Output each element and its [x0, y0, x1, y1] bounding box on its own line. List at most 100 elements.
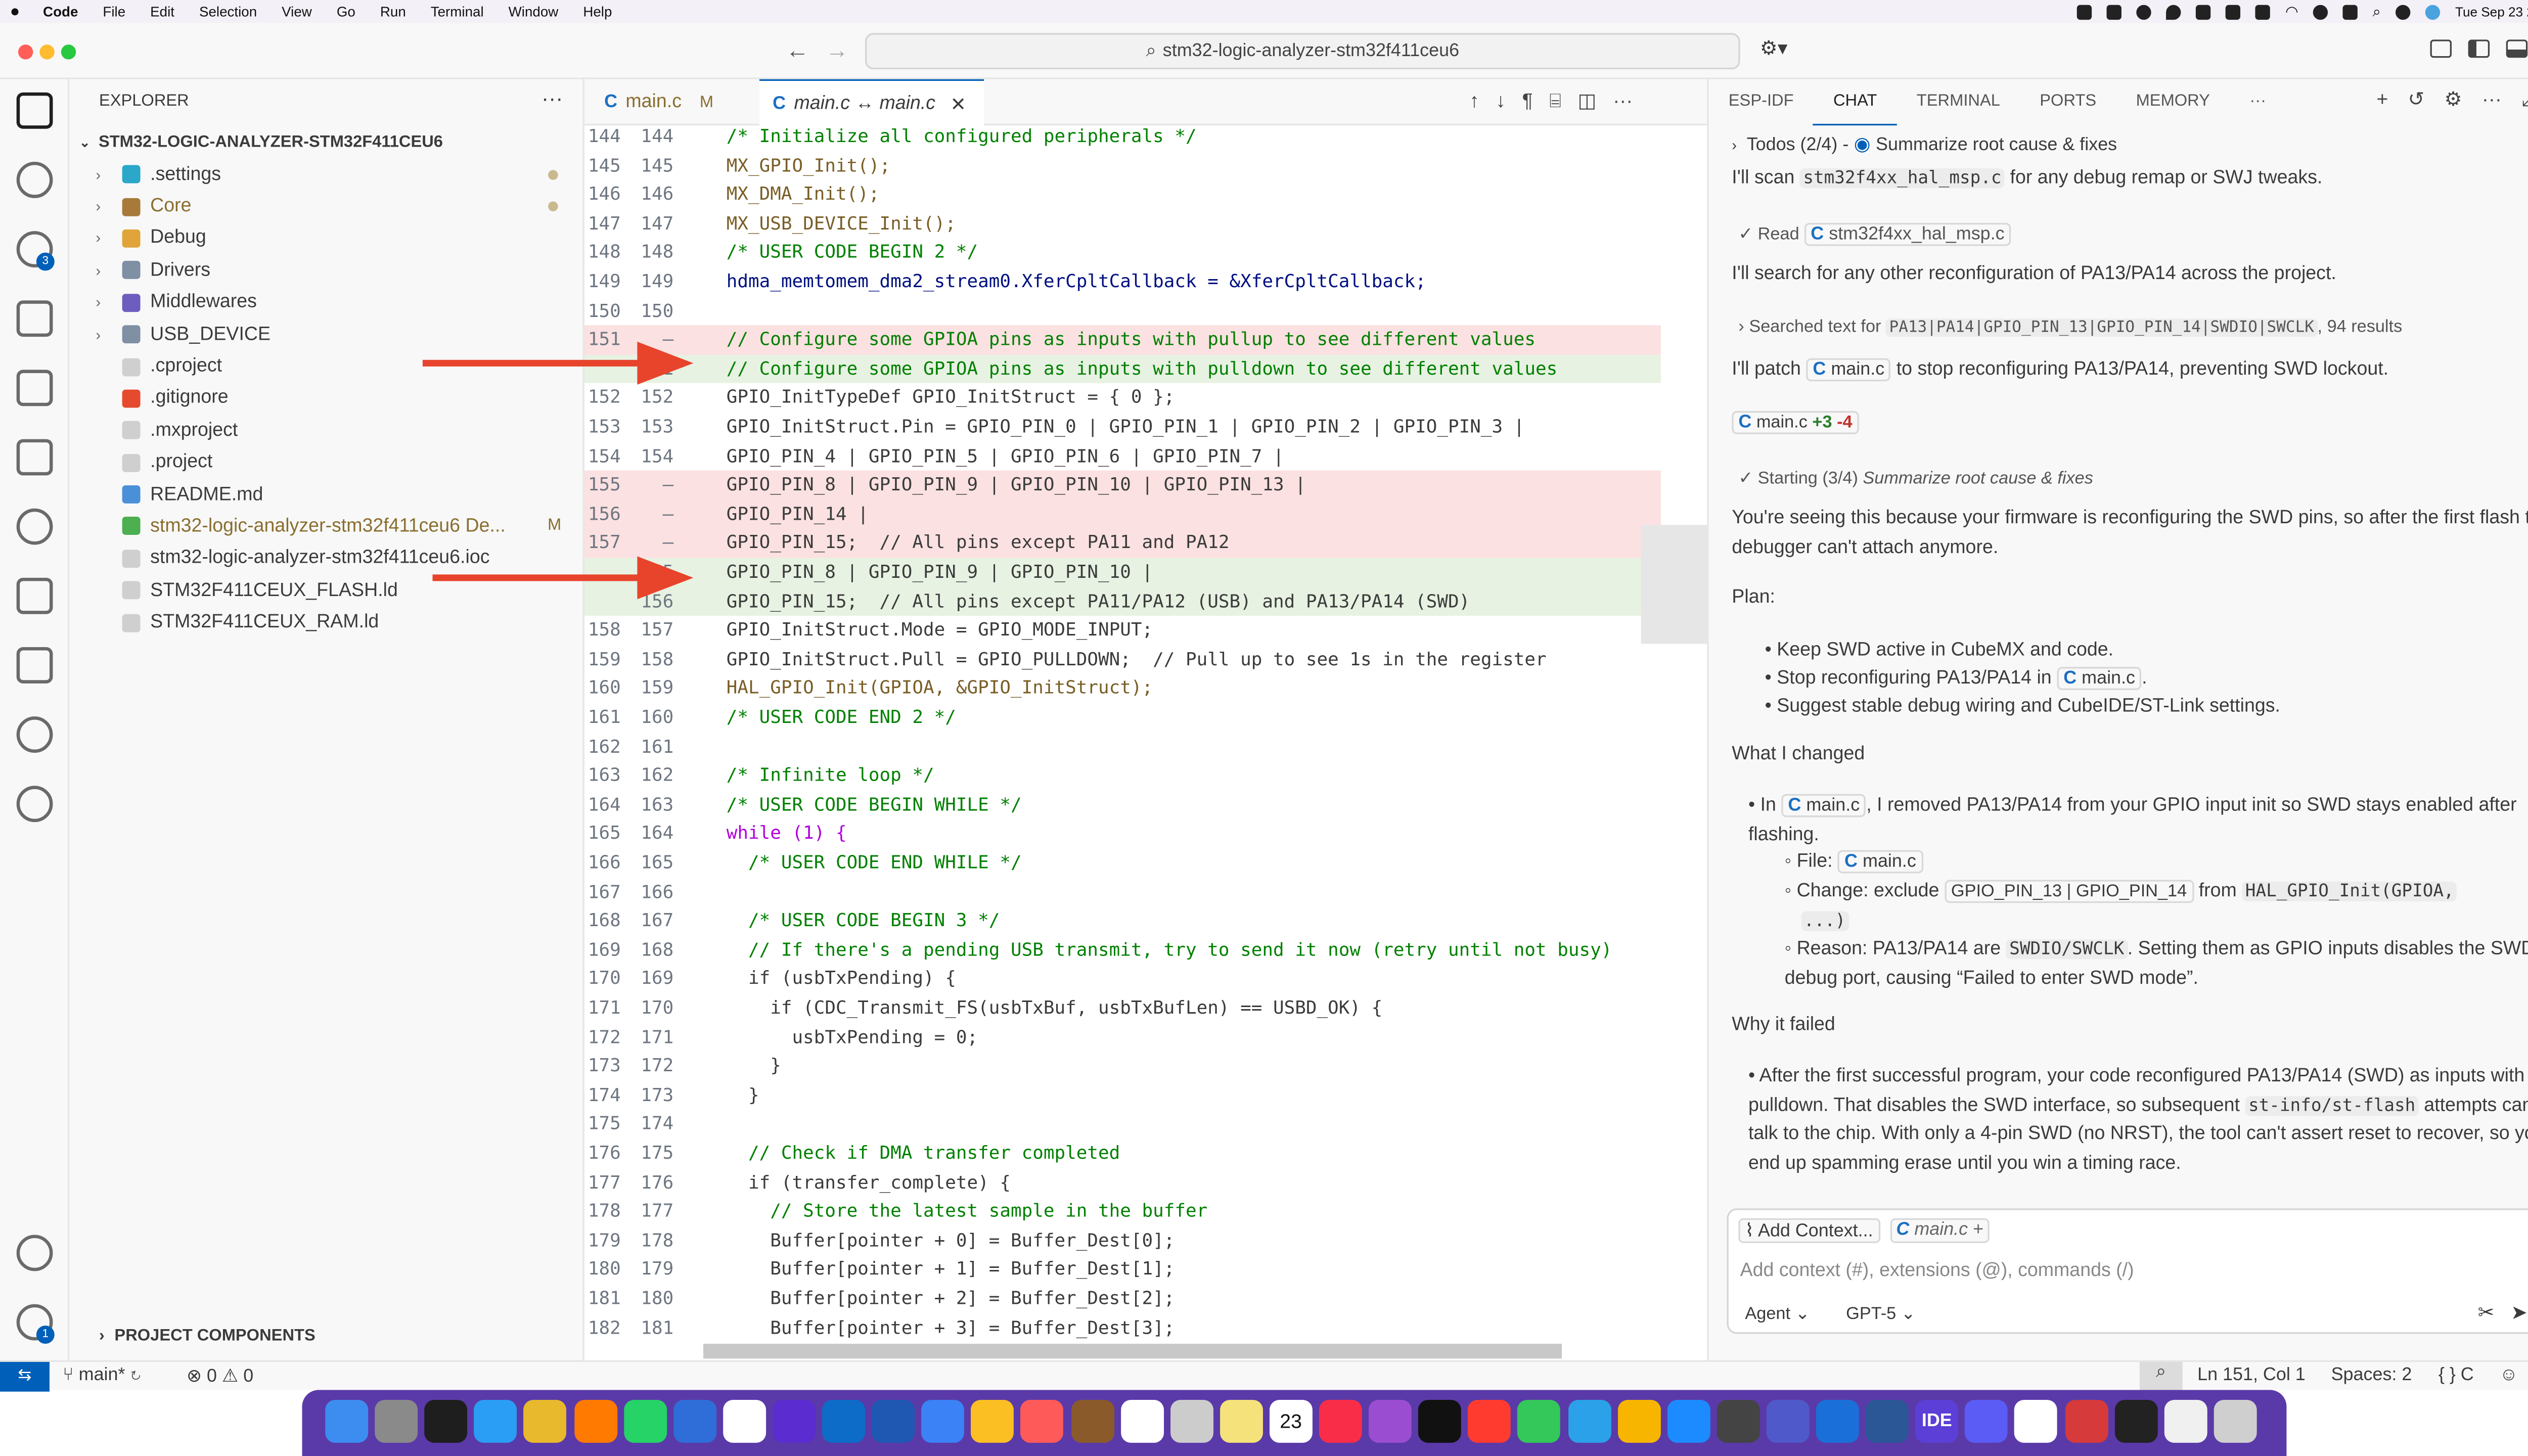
diff-editor[interactable]: 144 144 /* Initialize all configured perip…	[584, 125, 1707, 1360]
extensions-icon[interactable]	[16, 370, 53, 406]
new-chat-icon[interactable]: +	[2376, 87, 2388, 112]
file-item[interactable]: stm32-logic-analyzer-stm32f411ceu6.ioc	[69, 542, 584, 574]
menu-run[interactable]: Run	[380, 4, 406, 20]
dock-app-icon[interactable]	[1666, 1399, 1710, 1443]
previous-change-icon[interactable]: ↑	[1469, 89, 1479, 114]
more-actions-icon[interactable]: ···	[1613, 89, 1633, 114]
zoom-window-button[interactable]	[61, 44, 76, 60]
more-actions-icon[interactable]: ···	[541, 86, 563, 111]
dock-app-icon[interactable]	[2214, 1399, 2257, 1443]
tab-chat[interactable]: CHAT	[1813, 79, 1897, 126]
folder-item[interactable]: › Drivers	[69, 254, 584, 286]
indentation[interactable]: Spaces: 2	[2331, 1365, 2412, 1385]
alien-icon[interactable]	[16, 716, 53, 753]
dock-app-icon[interactable]	[1319, 1399, 1362, 1443]
tab-terminal[interactable]: TERMINAL	[1897, 79, 2020, 125]
menu-selection[interactable]: Selection	[199, 4, 257, 20]
minimize-window-button[interactable]	[39, 44, 55, 60]
chat-input-placeholder[interactable]: Add context (#), extensions (@), command…	[1740, 1261, 2134, 1281]
chat-settings-icon[interactable]: ⚙	[2444, 87, 2462, 112]
problems-indicator[interactable]: ⊗ 0 ⚠ 0	[187, 1365, 253, 1387]
tab-main-c-diff[interactable]: C main.c ↔ main.c ✕	[759, 79, 984, 126]
toggle-sidebar-icon[interactable]	[2468, 39, 2490, 58]
command-center-search[interactable]: ⌕ stm32-logic-analyzer-stm32f411ceu6	[865, 33, 1740, 70]
tab-ports[interactable]: PORTS	[2020, 79, 2116, 125]
language-mode[interactable]: { } C	[2439, 1365, 2474, 1385]
remote-icon[interactable]: ⇆	[0, 1361, 50, 1392]
spotlight-icon[interactable]: ⌕	[2373, 3, 2381, 21]
dock-app-icon[interactable]	[2114, 1399, 2157, 1443]
menu-help[interactable]: Help	[583, 4, 612, 20]
location-icon[interactable]	[2166, 4, 2182, 19]
tool-read-step[interactable]: ✓ Read C stm32f4xx_hal_msp.c	[1738, 221, 2528, 250]
grid-icon[interactable]	[2107, 4, 2122, 19]
dock-app-icon[interactable]	[573, 1399, 617, 1443]
menu-extra-icon[interactable]	[2137, 4, 2152, 19]
cursor-position[interactable]: Ln 151, Col 1	[2197, 1365, 2306, 1385]
platformio-icon[interactable]	[16, 508, 53, 545]
folder-item[interactable]: › Debug	[69, 222, 584, 254]
dock-app-icon[interactable]	[1766, 1399, 1810, 1443]
edited-file-chip[interactable]: C main.c +3 -4	[1732, 410, 1859, 438]
dock-app-icon[interactable]	[524, 1399, 567, 1443]
minimap[interactable]	[1641, 525, 1707, 644]
dock-app-icon[interactable]	[325, 1399, 369, 1443]
dock-app-icon[interactable]	[1220, 1399, 1263, 1443]
send-icon[interactable]: ➤⌄	[2511, 1301, 2528, 1324]
file-item[interactable]: stm32-logic-analyzer-stm32f411ceu6 De...…	[69, 511, 584, 542]
menu-view[interactable]: View	[282, 4, 312, 20]
menu-window[interactable]: Window	[509, 4, 559, 20]
tab-main-c[interactable]: C main.c M	[591, 79, 749, 125]
folder-item[interactable]: › Core	[69, 191, 584, 222]
whitespace-icon[interactable]: ¶	[1522, 89, 1533, 114]
branch-indicator[interactable]: ⑂ main* ↻	[63, 1365, 141, 1385]
close-tab-icon[interactable]: ✕	[950, 92, 966, 115]
dock-app-icon[interactable]	[872, 1399, 915, 1443]
dock-app-icon[interactable]	[921, 1399, 965, 1443]
dock-app-icon[interactable]	[1369, 1399, 1412, 1443]
menu-extra-icon[interactable]	[2196, 4, 2211, 19]
copilot-icon[interactable]: ⚙︎▾	[1760, 36, 1788, 60]
horizontal-scrollbar[interactable]	[703, 1343, 1562, 1359]
dock-app-icon[interactable]	[1567, 1399, 1611, 1443]
copilot-status-icon[interactable]: ☺	[2500, 1365, 2518, 1385]
chat-input-box[interactable]: ⌇ Add Context... C main.c + Add context …	[1727, 1208, 2528, 1334]
siri-icon[interactable]	[2425, 4, 2441, 19]
stm32-icon[interactable]	[16, 647, 53, 684]
file-item[interactable]: STM32F411CEUX_RAM.ld	[69, 607, 584, 639]
focus-icon[interactable]	[2313, 4, 2328, 19]
calendar-app-icon[interactable]: 23	[1269, 1399, 1313, 1443]
model-dropdown[interactable]: GPT-5 ⌄	[1846, 1304, 1915, 1324]
remote-explorer-icon[interactable]	[16, 439, 53, 476]
dock-app-icon[interactable]	[772, 1399, 816, 1443]
menu-extra-icon[interactable]	[2255, 4, 2271, 19]
next-change-icon[interactable]: ↓	[1496, 89, 1506, 114]
close-window-button[interactable]	[18, 44, 33, 60]
dock-app-icon[interactable]	[2064, 1399, 2108, 1443]
dock-app-icon[interactable]	[1866, 1399, 1909, 1443]
add-context-button[interactable]: ⌇ Add Context...	[1738, 1218, 1880, 1243]
tab-memory[interactable]: MEMORY	[2116, 79, 2230, 125]
tool-starting-step[interactable]: ✓ Starting (3/4) Summarize root cause & …	[1738, 466, 2528, 494]
accounts-icon[interactable]	[16, 1235, 53, 1271]
dock-app-icon[interactable]	[1965, 1399, 2008, 1443]
dock-app-icon[interactable]	[375, 1399, 418, 1443]
context-file-chip[interactable]: C main.c +	[1889, 1218, 1991, 1243]
plus-icon[interactable]: +	[1973, 1220, 1983, 1240]
menubar-clock[interactable]: Tue Sep 23 2:50PM	[2455, 4, 2528, 19]
dock-app-icon[interactable]	[1418, 1399, 1462, 1443]
file-item[interactable]: README.md	[69, 479, 584, 511]
dock-app-icon[interactable]	[1120, 1399, 1163, 1443]
wifi-icon[interactable]: ◠	[2285, 3, 2298, 21]
tool-search-step[interactable]: › Searched text for PA13|PA14|GPIO_PIN_1…	[1738, 313, 2528, 342]
dock-app-icon[interactable]	[673, 1399, 716, 1443]
zoom-icon[interactable]: ⌕	[2139, 1361, 2183, 1392]
run-debug-icon[interactable]	[16, 300, 53, 337]
dock-app-icon[interactable]	[424, 1399, 468, 1443]
todos-header[interactable]: › Todos (2/4) - ◉ Summarize root cause & …	[1732, 132, 2528, 161]
file-item[interactable]: .gitignore	[69, 383, 584, 415]
more-tabs-icon[interactable]: ···	[2230, 79, 2286, 125]
agent-mode-dropdown[interactable]: Agent ⌄	[1745, 1304, 1810, 1324]
menu-terminal[interactable]: Terminal	[431, 4, 484, 20]
file-item[interactable]: .mxproject	[69, 415, 584, 446]
